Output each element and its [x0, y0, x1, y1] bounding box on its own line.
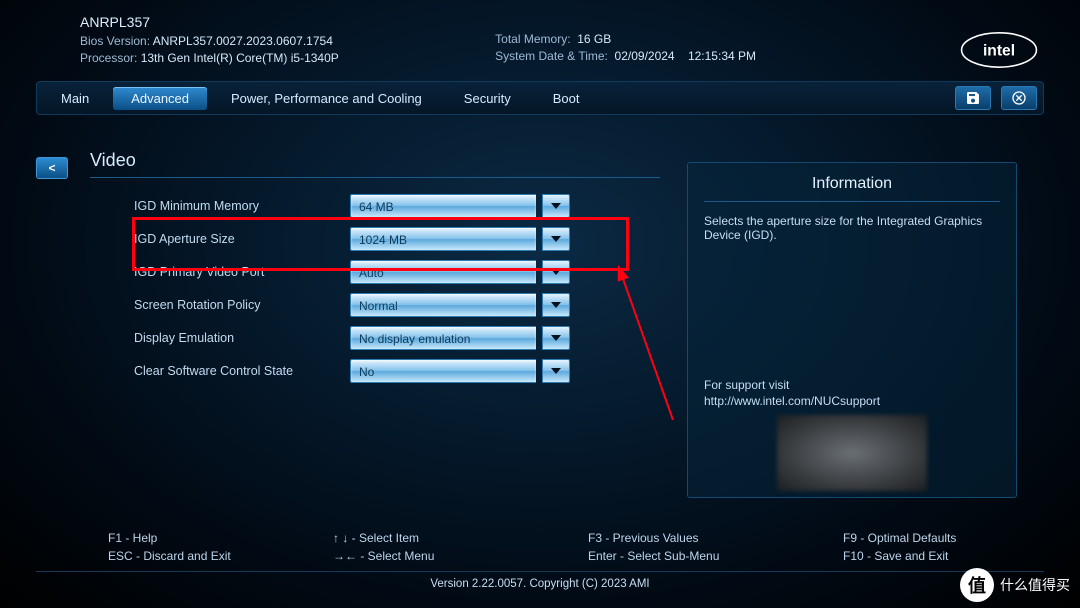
row-rotation: Screen Rotation Policy Normal	[90, 289, 660, 321]
tab-security[interactable]: Security	[446, 87, 529, 110]
label-igd-aperture: IGD Aperture Size	[90, 232, 350, 246]
tab-bar: Main Advanced Power, Performance and Coo…	[36, 81, 1044, 115]
hint-f10: F10 - Save and Exit	[843, 549, 956, 563]
chevron-down-icon[interactable]	[542, 194, 570, 218]
copyright: Version 2.22.0057. Copyright (C) 2023 AM…	[36, 571, 1044, 590]
bios-label: Bios Version:	[80, 34, 150, 48]
watermark-icon: 值	[960, 568, 994, 602]
svg-text:intel: intel	[983, 42, 1015, 59]
tab-power[interactable]: Power, Performance and Cooling	[213, 87, 440, 110]
value-rotation[interactable]: Normal	[350, 293, 536, 317]
info-description: Selects the aperture size for the Integr…	[704, 214, 1000, 242]
dropdown-igd-aperture[interactable]: 1024 MB	[350, 227, 570, 251]
label-display-emulation: Display Emulation	[90, 331, 350, 345]
value-igd-aperture[interactable]: 1024 MB	[350, 227, 536, 251]
chevron-down-icon[interactable]	[542, 326, 570, 350]
hint-f3: F3 - Previous Values	[588, 531, 843, 545]
support-label: For support visit	[704, 377, 880, 393]
intel-logo: intel	[960, 30, 1038, 75]
section-title: Video	[90, 150, 660, 178]
value-primary-video[interactable]: Auto	[350, 260, 536, 284]
info-title: Information	[704, 175, 1000, 202]
row-primary-video: IGD Primary Video Port Auto	[90, 256, 660, 288]
mem-label: Total Memory:	[495, 32, 570, 46]
hint-f1: F1 - Help	[108, 531, 333, 545]
chevron-down-icon[interactable]	[542, 227, 570, 251]
time-value: 12:15:34 PM	[688, 49, 756, 63]
dropdown-display-emulation[interactable]: No display emulation	[350, 326, 570, 350]
tab-advanced[interactable]: Advanced	[113, 87, 207, 110]
dropdown-clear-state[interactable]: No	[350, 359, 570, 383]
watermark-text: 什么值得买	[1000, 575, 1070, 595]
footer: F1 - Help ESC - Discard and Exit ↑ ↓ - S…	[0, 531, 1080, 590]
tab-main[interactable]: Main	[43, 87, 107, 110]
watermark: 值 什么值得买	[960, 568, 1070, 602]
row-clear-state: Clear Software Control State No	[90, 355, 660, 387]
hint-f9: F9 - Optimal Defaults	[843, 531, 956, 545]
dropdown-igd-min-memory[interactable]: 64 MB	[350, 194, 570, 218]
hint-enter: Enter - Select Sub-Menu	[588, 549, 843, 563]
date-value: 02/09/2024	[615, 49, 675, 63]
row-igd-aperture: IGD Aperture Size 1024 MB	[90, 223, 660, 255]
label-clear-state: Clear Software Control State	[90, 364, 350, 378]
cpu-label: Processor:	[80, 51, 137, 65]
mem-value: 16 GB	[577, 32, 611, 46]
dropdown-primary-video[interactable]: Auto	[350, 260, 570, 284]
label-igd-min-memory: IGD Minimum Memory	[90, 199, 350, 213]
hint-select-item: ↑ ↓ - Select Item	[333, 531, 588, 545]
label-primary-video: IGD Primary Video Port	[90, 265, 350, 279]
exit-icon-button[interactable]	[1001, 86, 1037, 110]
video-section: Video IGD Minimum Memory 64 MB IGD Apert…	[90, 150, 660, 388]
label-rotation: Screen Rotation Policy	[90, 298, 350, 312]
cpu-value: 13th Gen Intel(R) Core(TM) i5-1340P	[141, 51, 339, 65]
row-display-emulation: Display Emulation No display emulation	[90, 322, 660, 354]
value-igd-min-memory[interactable]: 64 MB	[350, 194, 536, 218]
support-url: http://www.intel.com/NUCsupport	[704, 393, 880, 409]
info-panel: Information Selects the aperture size fo…	[687, 162, 1017, 498]
chevron-down-icon[interactable]	[542, 293, 570, 317]
hint-select-menu: →← - Select Menu	[333, 549, 588, 563]
back-button[interactable]: <	[36, 157, 68, 179]
tab-boot[interactable]: Boot	[535, 87, 598, 110]
support-image	[777, 415, 927, 491]
chevron-down-icon[interactable]	[542, 260, 570, 284]
model-name: ANRPL357	[80, 14, 339, 31]
value-display-emulation[interactable]: No display emulation	[350, 326, 536, 350]
datetime-label: System Date & Time:	[495, 49, 608, 63]
save-icon-button[interactable]	[955, 86, 991, 110]
row-igd-min-memory: IGD Minimum Memory 64 MB	[90, 190, 660, 222]
dropdown-rotation[interactable]: Normal	[350, 293, 570, 317]
bios-value: ANRPL357.0027.2023.0607.1754	[153, 34, 333, 48]
hint-esc: ESC - Discard and Exit	[108, 549, 333, 563]
value-clear-state[interactable]: No	[350, 359, 536, 383]
chevron-down-icon[interactable]	[542, 359, 570, 383]
header-info: ANRPL357 Bios Version: ANRPL357.0027.202…	[0, 0, 1080, 73]
